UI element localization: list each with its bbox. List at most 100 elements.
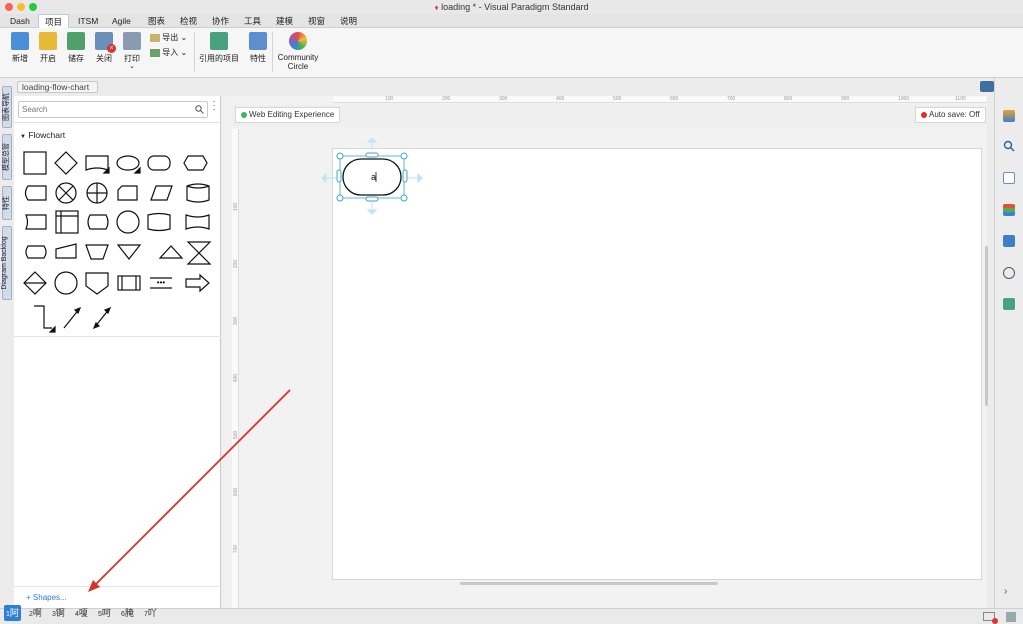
menu-itsm[interactable]: ITSM	[78, 14, 98, 28]
ime-candidate[interactable]: 1阿	[4, 605, 21, 621]
ruler-tick-label: 1100	[955, 96, 966, 102]
diagram-page[interactable]	[332, 148, 982, 580]
flowchart-group-label: Flowchart	[28, 130, 66, 140]
database-shape[interactable]	[186, 183, 210, 203]
ruler-tick-label: 300	[233, 316, 240, 326]
properties-icon	[249, 32, 267, 50]
save-button[interactable]: 储存	[64, 30, 88, 64]
referenced-project-button[interactable]: 引用的项目	[199, 30, 239, 64]
side-tab-properties[interactable]: 特性	[2, 186, 12, 220]
manual-input-shape[interactable]	[55, 243, 77, 259]
status-bar: 1阿 2啊 3锕 4嗄 5呵 6腌 7吖	[0, 605, 1023, 624]
selected-terminator-shape[interactable]: a	[322, 138, 422, 218]
panel-options-icon[interactable]: · · ·	[210, 97, 218, 115]
chevron-right-icon[interactable]: ›	[1004, 586, 1007, 597]
connector-angled-shape[interactable]	[34, 305, 52, 329]
ime-candidate[interactable]: 2啊	[27, 605, 44, 621]
shape-variant-marker-icon	[133, 166, 141, 174]
ellipse-shape[interactable]	[116, 155, 140, 171]
page-setup-icon[interactable]	[1006, 612, 1016, 622]
arrow-shape[interactable]	[185, 273, 210, 293]
auto-save-toggle[interactable]: Auto save: Off	[915, 107, 986, 123]
horizontal-scrollbar[interactable]	[460, 582, 718, 585]
more-shapes-link[interactable]: + Shapes...	[26, 593, 67, 602]
process-shape[interactable]	[23, 151, 47, 175]
connector-shape[interactable]	[116, 210, 140, 234]
menu-team[interactable]: 协作	[212, 14, 229, 28]
close-button[interactable]: × 关闭	[92, 30, 116, 64]
side-tab-model-explorer[interactable]: 模型总管	[2, 134, 12, 180]
minimize-window-icon[interactable]	[17, 3, 25, 11]
flowchart-group-header[interactable]: ▼ Flowchart	[20, 130, 65, 140]
zoom-window-icon[interactable]	[29, 3, 37, 11]
new-project-icon	[11, 32, 29, 50]
shape-label-text[interactable]: a	[371, 172, 376, 182]
community-circle-button[interactable]: Community Circle	[276, 30, 320, 71]
punched-tape-shape[interactable]	[185, 214, 210, 230]
display-shape[interactable]	[25, 245, 47, 259]
model-element-icon[interactable]	[1003, 235, 1015, 247]
search-icon[interactable]	[1003, 140, 1015, 152]
diagram-tab[interactable]: loading-flow-chart	[17, 81, 99, 93]
menu-agile[interactable]: Agile	[112, 14, 131, 28]
delay-shape[interactable]	[24, 185, 47, 201]
menu-diagram[interactable]: 图表	[148, 14, 165, 28]
data-shape[interactable]	[150, 185, 173, 201]
ime-candidate[interactable]: 4嗄	[73, 605, 90, 621]
document-shape[interactable]	[85, 155, 109, 171]
plus-icon: +	[26, 593, 31, 602]
menu-help[interactable]: 说明	[340, 14, 357, 28]
menu-dash[interactable]: Dash	[10, 14, 30, 28]
layers-icon[interactable]	[1003, 204, 1015, 216]
menu-view[interactable]: 检视	[180, 14, 197, 28]
ime-candidate[interactable]: 3锕	[50, 605, 67, 621]
terminator-shape[interactable]	[147, 155, 171, 171]
horizontal-ruler: 100 200 300 400 500 600 700 800 900 1000 1100	[333, 96, 987, 103]
export-button[interactable]: 导出 ⌄	[150, 32, 190, 43]
extract-shape[interactable]	[158, 245, 184, 259]
diagram-navigator-icon[interactable]	[980, 81, 994, 92]
open-button[interactable]: 开启	[36, 30, 60, 64]
stored-data-shape[interactable]	[25, 214, 47, 230]
search-icon[interactable]	[195, 105, 204, 114]
web-editing-experience-button[interactable]: Web Editing Experience	[235, 107, 341, 123]
diagram-overview-icon[interactable]	[1003, 172, 1015, 184]
menu-window[interactable]: 视窗	[308, 14, 325, 28]
menu-modeling[interactable]: 建模	[276, 14, 293, 28]
predefined-process-shape[interactable]	[117, 275, 141, 291]
new-button[interactable]: 新增	[8, 30, 32, 64]
internal-storage-shape[interactable]	[55, 210, 79, 234]
ime-candidate[interactable]: 5呵	[96, 605, 113, 621]
decision-shape[interactable]	[54, 151, 78, 175]
comment-icon[interactable]	[1003, 298, 1015, 310]
menu-tools[interactable]: 工具	[244, 14, 261, 28]
import-button[interactable]: 导入 ⌄	[150, 47, 190, 58]
off-page-reference-shape[interactable]	[85, 272, 109, 295]
vertical-scrollbar[interactable]	[985, 246, 988, 406]
side-tab-diagram-backlog[interactable]: Diagram Backlog	[1, 226, 12, 300]
history-icon[interactable]	[1003, 267, 1015, 279]
on-page-reference-shape[interactable]	[54, 271, 78, 295]
properties-button[interactable]: 特性	[246, 30, 270, 64]
close-window-icon[interactable]	[5, 3, 13, 11]
print-button[interactable]: 打印 ⌄	[120, 30, 144, 70]
card-shape[interactable]	[117, 185, 138, 201]
ime-candidate[interactable]: 7吖	[142, 605, 159, 621]
status-dot-icon	[241, 111, 247, 118]
panel-splitter[interactable]	[222, 96, 232, 608]
import-label: 导入	[162, 48, 179, 57]
community-circle-icon	[289, 32, 307, 50]
tape-shape[interactable]	[147, 212, 171, 232]
export-icon	[150, 33, 160, 42]
side-tab-diagram-navigator[interactable]: 图表导航	[2, 86, 12, 128]
ime-candidate[interactable]: 6腌	[119, 605, 136, 621]
ime-candidate-char: 锕	[55, 608, 65, 618]
collate-shape[interactable]	[186, 241, 212, 265]
menu-project[interactable]: 项目	[38, 14, 70, 28]
direct-access-storage-shape[interactable]	[87, 214, 109, 230]
format-painter-icon[interactable]	[1003, 110, 1015, 122]
merge-shape[interactable]	[116, 244, 142, 260]
manual-operation-shape[interactable]	[85, 244, 109, 260]
search-input[interactable]	[22, 104, 190, 115]
preparation-shape[interactable]	[183, 155, 208, 171]
